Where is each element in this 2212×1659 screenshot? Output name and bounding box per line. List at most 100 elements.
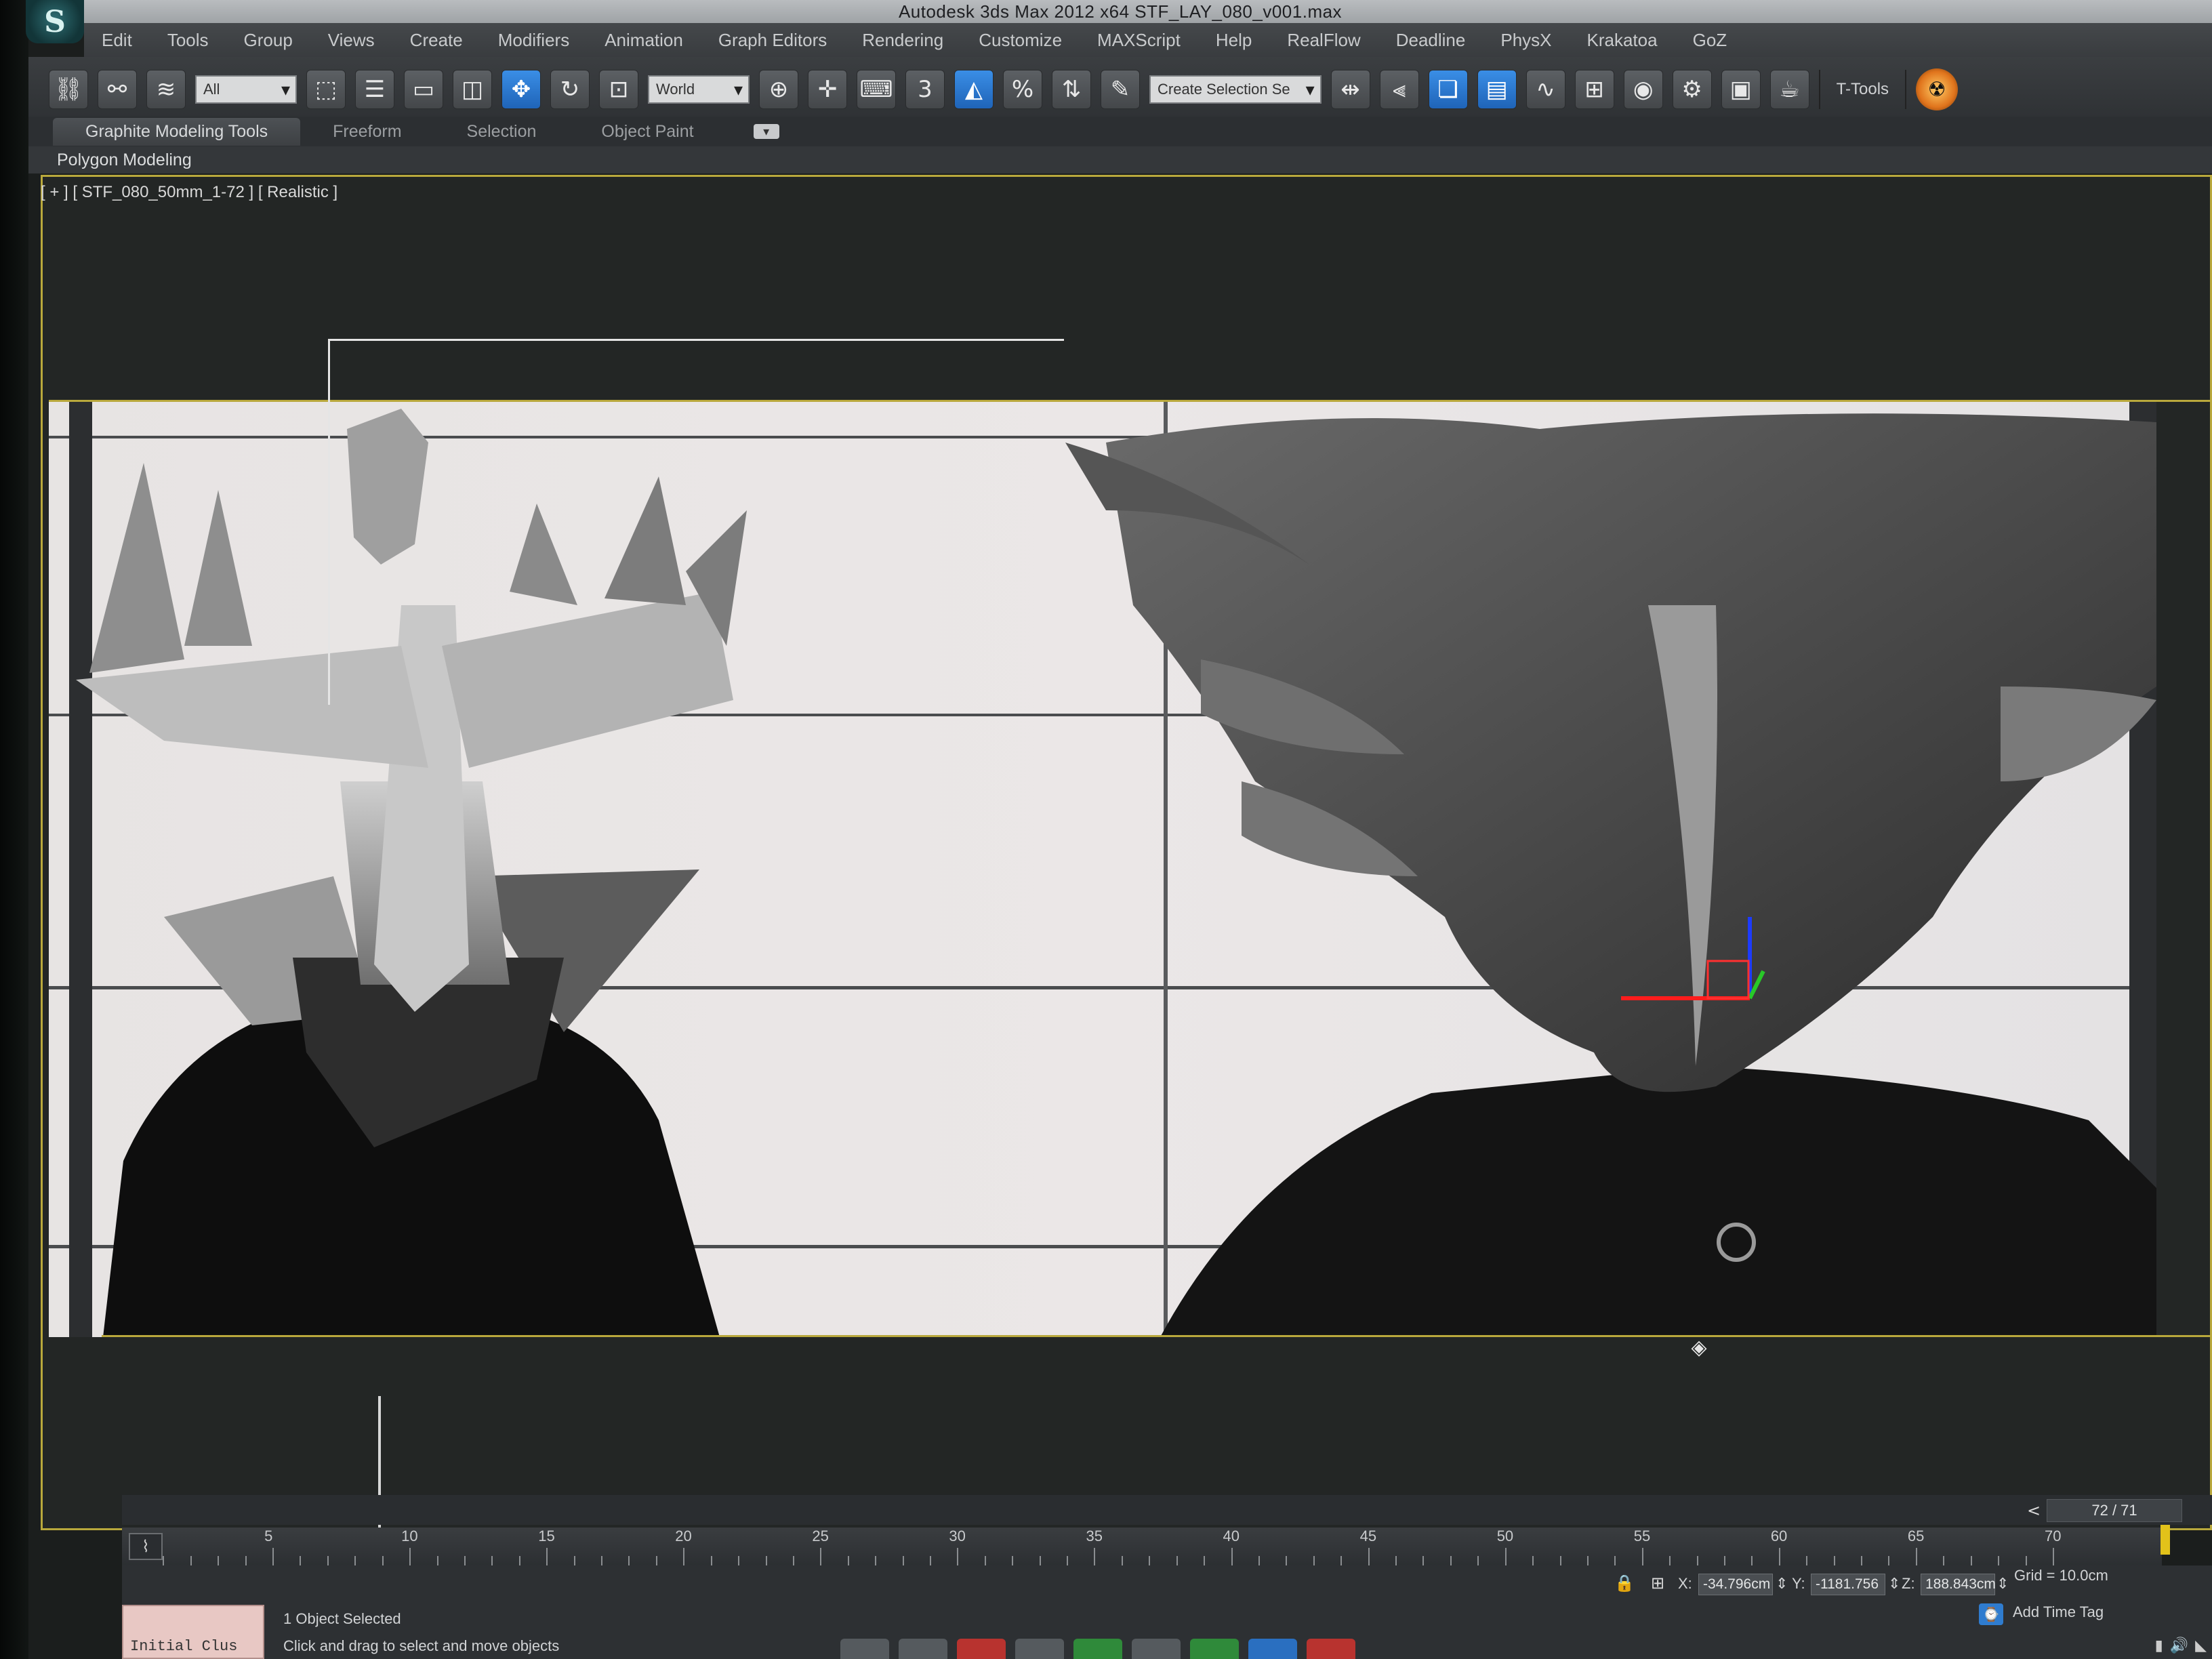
percent-snap-icon[interactable]: % [1003,70,1042,109]
spinner-snap-icon[interactable]: ⇅ [1052,70,1091,109]
timeline-tick [518,1556,520,1565]
open-mini-curve-editor-icon[interactable]: ⌇ [129,1533,163,1560]
bind-space-warp-icon[interactable]: ≋ [146,70,186,109]
menu-tools[interactable]: Tools [150,30,226,51]
tab-selection[interactable]: Selection [434,118,569,146]
key-mode-button[interactable] [957,1639,1006,1659]
reference-coordinate-select[interactable]: World [648,75,750,104]
panel-polygon-modeling[interactable]: Polygon Modeling [57,150,192,170]
angle-snap-icon[interactable]: ◭ [954,70,994,109]
menu-edit[interactable]: Edit [84,30,150,51]
schematic-view-icon[interactable]: ⊞ [1574,70,1614,109]
graphite-ribbon-icon[interactable]: ▤ [1477,70,1517,109]
app-logo-icon[interactable]: S [26,0,84,43]
current-frame-marker[interactable] [2160,1525,2170,1555]
layer-manager-icon[interactable]: ❏ [1428,70,1468,109]
next-frame-button[interactable] [1132,1639,1181,1659]
rendered-frame-window-icon[interactable]: ▣ [1721,70,1761,109]
menu-deadline[interactable]: Deadline [1378,30,1483,51]
tab-graphite-modeling-tools[interactable]: Graphite Modeling Tools [53,117,301,146]
select-and-manipulate-icon[interactable]: ✛ [808,70,847,109]
unlink-icon[interactable]: ⚯ [98,70,137,109]
rectangular-selection-icon[interactable]: ▭ [404,70,443,109]
timeline-tick [1121,1556,1123,1565]
menu-create[interactable]: Create [392,30,480,51]
viewport-label[interactable]: [ + ] [ STF_080_50mm_1-72 ] [ Realistic … [41,183,337,202]
z-spinner-icon[interactable]: ⇕ [1996,1575,2009,1593]
set-key-button[interactable] [899,1639,947,1659]
go-to-end-button[interactable] [1190,1639,1239,1659]
time-slider-readout[interactable]: 72 / 71 [2047,1499,2182,1522]
maxscript-mini-listener[interactable]: Initial Clus [122,1605,264,1659]
auto-key-button[interactable] [840,1639,889,1659]
timeline-tick [1724,1556,1725,1565]
select-by-name-icon[interactable]: ☰ [355,70,394,109]
material-editor-icon[interactable]: ◉ [1623,70,1663,109]
go-to-start-button[interactable] [1015,1639,1064,1659]
edit-named-selection-icon[interactable]: ✎ [1101,70,1140,109]
creature-head [1106,413,2156,1092]
network-icon[interactable]: ▮ [2155,1637,2163,1654]
ribbon-options-icon[interactable]: ▾ [753,124,779,139]
add-time-tag[interactable]: Add Time Tag [2013,1603,2104,1621]
y-coordinate-field[interactable]: -1181.756 [1811,1574,1885,1595]
timeline-tick [765,1556,767,1565]
timeline-tick [1669,1556,1671,1565]
select-and-link-icon[interactable]: ⛓ [49,70,88,109]
window-crossing-icon[interactable]: ◫ [453,70,492,109]
select-and-scale-icon[interactable]: ⊡ [599,70,638,109]
select-object-icon[interactable]: ⬚ [306,70,346,109]
curve-editor-icon[interactable]: ∿ [1525,70,1565,109]
window-title-bar: Autodesk 3ds Max 2012 x64 STF_LAY_080_v0… [28,0,2212,23]
selection-lock-icon[interactable]: 🔒 [1614,1574,1635,1595]
timeline-tick [1094,1548,1096,1565]
select-and-move-icon[interactable]: ✥ [501,70,541,109]
select-and-rotate-icon[interactable]: ↻ [550,70,590,109]
absolute-mode-icon[interactable]: ⊞ [1647,1574,1668,1595]
play-button[interactable] [1073,1639,1122,1659]
time-configuration-button[interactable] [1248,1639,1297,1659]
time-tag-icon[interactable]: ⌚ [1979,1603,2003,1625]
menu-physx[interactable]: PhysX [1483,30,1569,51]
snaps-toggle-icon[interactable]: 3 [905,70,945,109]
selection-filter-select[interactable]: All [195,75,297,104]
plugin-toolbar-icon[interactable]: ☢ [1916,68,1959,110]
signal-icon[interactable]: ◣ [2195,1637,2207,1654]
menu-rendering[interactable]: Rendering [844,30,961,51]
named-selection-set-input[interactable]: Create Selection Se [1149,75,1322,104]
time-slider-bar[interactable] [122,1495,2212,1525]
menu-customize[interactable]: Customize [961,30,1080,51]
y-spinner-icon[interactable]: ⇕ [1888,1575,1900,1593]
timeline-tick [327,1556,329,1565]
t-tools-button[interactable]: T-Tools [1818,70,1907,109]
menu-animation[interactable]: Animation [587,30,701,51]
pivot-center-icon[interactable]: ⊕ [759,70,798,109]
timeline-tick [1943,1556,1945,1565]
keyboard-shortcut-override-icon[interactable]: ⌨ [857,70,896,109]
menu-maxscript[interactable]: MAXScript [1080,30,1198,51]
menu-group[interactable]: Group [226,30,310,51]
tab-object-paint[interactable]: Object Paint [569,118,726,146]
menu-realflow[interactable]: RealFlow [1269,30,1378,51]
menu-help[interactable]: Help [1198,30,1269,51]
menu-krakatoa[interactable]: Krakatoa [1570,30,1675,51]
render-setup-icon[interactable]: ⚙ [1672,70,1712,109]
x-spinner-icon[interactable]: ⇕ [1776,1575,1788,1593]
x-coordinate-field[interactable]: -34.796cm [1698,1574,1773,1595]
menu-modifiers[interactable]: Modifiers [480,30,587,51]
previous-frame-icon[interactable]: < [2022,1499,2045,1522]
volume-icon[interactable]: 🔊 [2170,1637,2188,1654]
viewport-nav-button[interactable] [1307,1639,1355,1659]
camera-target-icon[interactable]: ◈ [1687,1336,1711,1359]
z-coordinate-field[interactable]: 188.843cm [1921,1574,1996,1595]
align-icon[interactable]: ⫷ [1379,70,1419,109]
timeline-tick [1806,1556,1808,1565]
track-bar[interactable] [122,1528,2162,1565]
tab-freeform[interactable]: Freeform [300,118,434,146]
render-production-icon[interactable]: ☕ [1769,70,1809,109]
menu-views[interactable]: Views [310,30,392,51]
menu-goz[interactable]: GoZ [1675,30,1745,51]
mirror-icon[interactable]: ⇹ [1330,70,1370,109]
menu-graph-editors[interactable]: Graph Editors [701,30,844,51]
timeline-tick [1586,1556,1589,1565]
